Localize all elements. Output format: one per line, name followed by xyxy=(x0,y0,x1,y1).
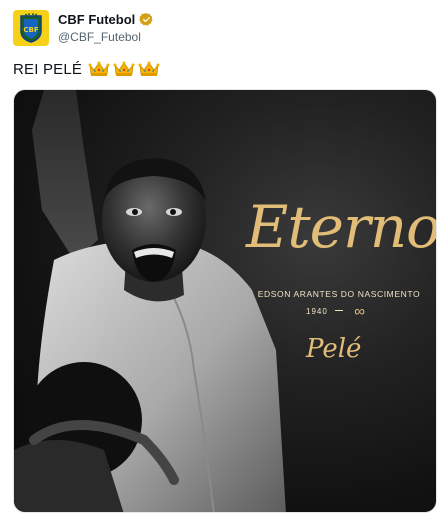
verified-badge-icon[interactable] xyxy=(139,12,154,27)
handle[interactable]: @CBF_Futebol xyxy=(58,30,154,44)
svg-text:CBF: CBF xyxy=(23,26,38,34)
birth-year: 1940 xyxy=(306,307,328,316)
year-separator xyxy=(335,310,344,311)
eterno-headline: Eterno xyxy=(246,193,437,261)
tweet-text-content: REI PELÉ xyxy=(13,60,83,78)
pele-photo xyxy=(14,90,286,512)
tweet-card: CBF CBF Futebol @CBF_Futebol REI PELÉ Et… xyxy=(0,0,446,521)
crown-icon xyxy=(138,61,160,76)
display-name[interactable]: CBF Futebol xyxy=(58,12,135,27)
crown-icon xyxy=(88,61,110,76)
full-name-text: EDSON ARANTES DO NASCIMENTO xyxy=(257,289,421,299)
avatar[interactable]: CBF xyxy=(13,10,49,46)
pele-signature: Pelé xyxy=(306,334,362,364)
years-line: 1940 ∞ xyxy=(276,303,396,320)
name-row: CBF Futebol xyxy=(58,11,154,27)
tweet-text: REI PELÉ xyxy=(13,60,160,78)
crown-icon xyxy=(113,61,135,76)
infinity-symbol: ∞ xyxy=(354,303,366,320)
author-block: CBF Futebol @CBF_Futebol xyxy=(58,11,154,44)
cbf-crest-icon: CBF xyxy=(20,13,42,43)
tweet-media-image[interactable]: Eterno EDSON ARANTES DO NASCIMENTO 1940 … xyxy=(13,89,437,513)
